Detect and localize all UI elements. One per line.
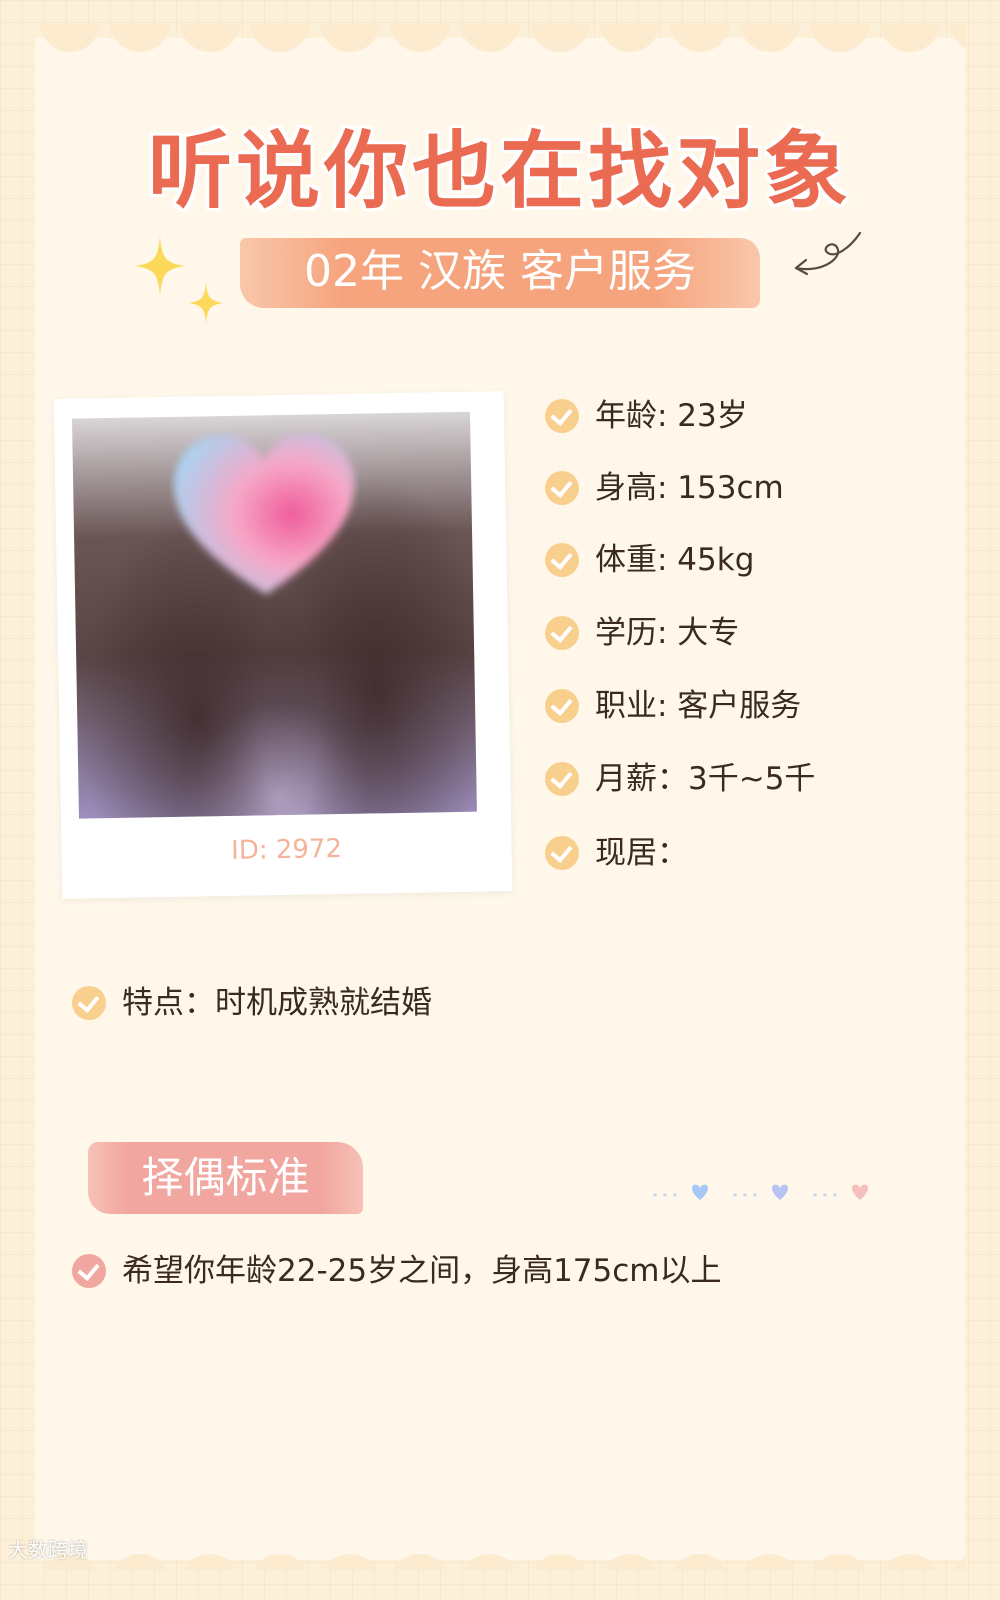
info-text: 体重: 45kg (595, 542, 755, 578)
scallop-bump (530, 24, 590, 52)
top-scallop-border (35, 24, 965, 54)
scallop-bump (810, 24, 870, 52)
check-circle-icon (545, 836, 579, 870)
curly-arrow-icon (794, 231, 862, 276)
scallop-bump (460, 24, 520, 52)
scallop-bump (950, 24, 965, 52)
check-circle-icon (545, 616, 579, 650)
info-text: 学历: 大专 (595, 615, 740, 651)
scallop-bump (670, 24, 730, 52)
check-circle-icon (72, 986, 106, 1020)
sparkle-icon (135, 236, 185, 296)
feature-text: 特点：时机成熟就结婚 (122, 985, 432, 1021)
check-circle-icon (545, 689, 579, 723)
scallop-bump (250, 1554, 310, 1570)
scallop-bump (600, 1554, 660, 1570)
check-circle-icon (545, 543, 579, 577)
info-text: 身高: 153cm (595, 470, 784, 506)
scallop-bump (950, 1554, 965, 1570)
info-text: 年龄: 23岁 (595, 398, 748, 434)
info-text: 职业: 客户服务 (595, 688, 802, 724)
watermark: 大数跨境 (8, 1538, 88, 1562)
profile-photo (72, 411, 477, 819)
scallop-bump (390, 1554, 450, 1570)
scallop-bump (880, 1554, 940, 1570)
scallop-bump (670, 1554, 730, 1570)
scallop-bump (740, 24, 800, 52)
photo-id: ID: 2972 (230, 834, 343, 866)
check-circle-icon (545, 471, 579, 505)
scallop-bump (460, 1554, 520, 1570)
check-circle-icon (72, 1254, 106, 1288)
info-text: 月薪：3千~5千 (595, 761, 816, 797)
scallop-bump (320, 1554, 380, 1570)
scallop-bump (880, 24, 940, 52)
scallop-bump (250, 24, 310, 52)
heart-icon (174, 433, 355, 595)
scallop-bump (110, 24, 170, 52)
photo-frame: ID: 2972 (53, 391, 513, 899)
sparkle-icon (188, 282, 224, 324)
bottom-scallop-border (35, 1540, 965, 1570)
scallop-bump (600, 24, 660, 52)
scallop-bump (740, 1554, 800, 1570)
subtitle: 02年 汉族 客户服务 (304, 246, 696, 297)
scallop-bump (320, 24, 380, 52)
scallop-bump (530, 1554, 590, 1570)
section-title: 择偶标准 (141, 1153, 310, 1202)
scallop-bump (110, 1554, 170, 1570)
scallop-bump (180, 24, 240, 52)
hearts-decoration (653, 1184, 868, 1200)
scallop-bump (180, 1554, 240, 1570)
scallop-bump (40, 24, 100, 52)
check-circle-icon (545, 399, 579, 433)
info-text: 现居： (595, 835, 688, 871)
scallop-bump (390, 24, 450, 52)
page-title: 听说你也在找对象 (147, 122, 852, 220)
criteria-text: 希望你年龄22-25岁之间，身高175cm以上 (122, 1253, 722, 1289)
check-circle-icon (545, 762, 579, 796)
scallop-bump (810, 1554, 870, 1570)
